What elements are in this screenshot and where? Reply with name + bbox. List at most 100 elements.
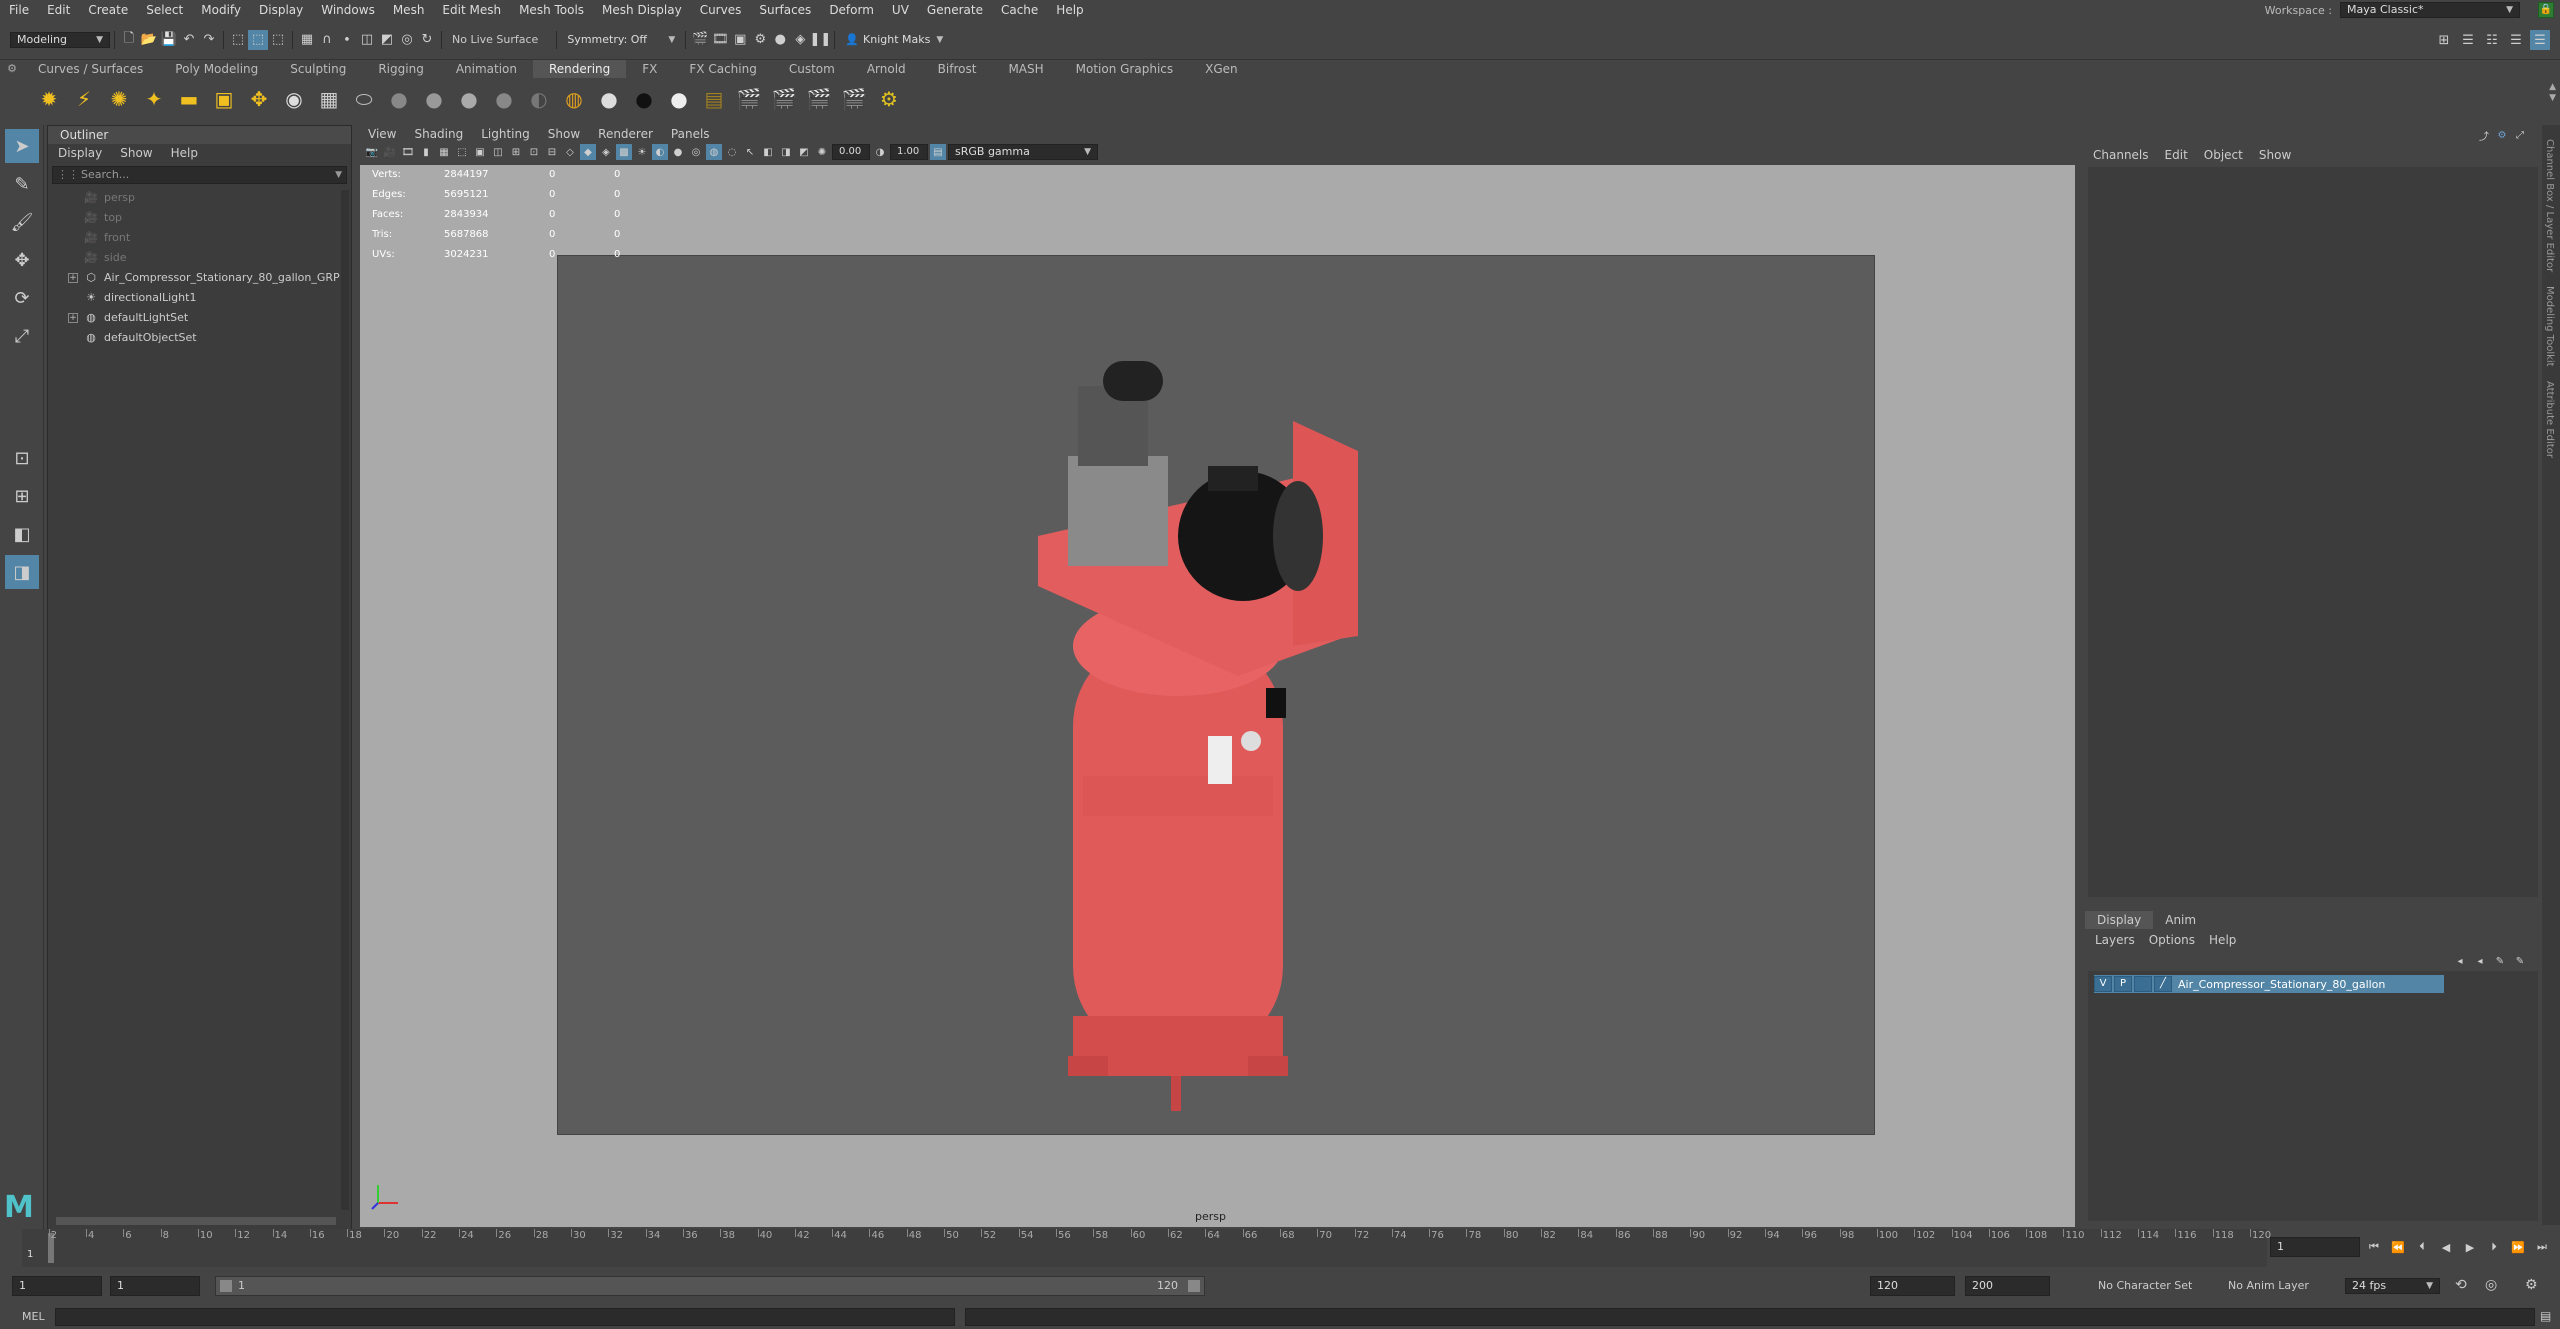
- command-input[interactable]: [55, 1308, 955, 1326]
- redo-icon[interactable]: ↷: [199, 30, 219, 50]
- viewport-menu-show[interactable]: Show: [548, 125, 580, 143]
- camera-aim-up-icon[interactable]: ▦: [314, 84, 344, 114]
- live-surface-label[interactable]: No Live Surface: [452, 33, 538, 46]
- textured-icon[interactable]: ▩: [616, 144, 632, 160]
- shelf-tab-sculpting[interactable]: Sculpting: [274, 60, 362, 78]
- menu-mesh-tools[interactable]: Mesh Tools: [510, 0, 593, 20]
- shelf-tab-arnold[interactable]: Arnold: [851, 60, 922, 78]
- menu-surfaces[interactable]: Surfaces: [750, 0, 820, 20]
- menu-cache[interactable]: Cache: [992, 0, 1047, 20]
- layer-row[interactable]: V P ╱ Air_Compressor_Stationary_80_gallo…: [2094, 975, 2444, 993]
- move-layer-up-icon[interactable]: ◂: [2452, 953, 2468, 969]
- shelf-tab-rendering[interactable]: Rendering: [533, 60, 627, 78]
- play-backwards-icon[interactable]: ◀: [2436, 1237, 2456, 1257]
- depth-of-field-icon[interactable]: ◌: [724, 144, 740, 160]
- outliner-item[interactable]: + ⬡ Air_Compressor_Stationary_80_gallon_GR…: [48, 268, 351, 288]
- motion-blur-icon[interactable]: ◎: [688, 144, 704, 160]
- user-account-dropdown[interactable]: 👤 Knight Maks ▼: [839, 32, 949, 48]
- point-light-icon[interactable]: ✺: [104, 84, 134, 114]
- batch-render-icon[interactable]: 🎬: [839, 84, 869, 114]
- phong-e-icon[interactable]: ●: [489, 84, 519, 114]
- outliner-menu-help[interactable]: Help: [171, 146, 198, 160]
- step-back-key-icon[interactable]: ⏪: [2388, 1237, 2408, 1257]
- shelf-tab-poly-modeling[interactable]: Poly Modeling: [159, 60, 274, 78]
- lambert-icon[interactable]: ●: [384, 84, 414, 114]
- outliner-scrollbar[interactable]: [341, 190, 349, 1210]
- select-camera-icon[interactable]: 📷: [364, 144, 380, 160]
- rotate-tool-icon[interactable]: ⟳: [5, 281, 39, 315]
- volume-light-icon[interactable]: ▣: [209, 84, 239, 114]
- phong-icon[interactable]: ●: [454, 84, 484, 114]
- ambient-occlusion-icon[interactable]: ●: [670, 144, 686, 160]
- go-to-start-icon[interactable]: ⏮: [2364, 1237, 2384, 1257]
- safe-title-icon[interactable]: ⊟: [544, 144, 560, 160]
- menu-display[interactable]: Display: [250, 0, 312, 20]
- menu-deform[interactable]: Deform: [820, 0, 883, 20]
- menu-select[interactable]: Select: [137, 0, 192, 20]
- workspace-dropdown[interactable]: Maya Classic* ▼: [2340, 2, 2520, 18]
- viewport-menu-shading[interactable]: Shading: [414, 125, 463, 143]
- modeling-toolkit-icon[interactable]: ⊞: [2434, 30, 2454, 50]
- hypershade-icon[interactable]: ●: [770, 30, 790, 50]
- outliner-search-input[interactable]: ⋮⋮ Search... ▼: [52, 166, 347, 184]
- snap-curve-icon[interactable]: ∩: [317, 30, 337, 50]
- bookmark-icon[interactable]: 🎞: [400, 144, 416, 160]
- surface-shader-white2-icon[interactable]: ●: [664, 84, 694, 114]
- shelf-gear-icon[interactable]: ⚙: [4, 62, 20, 120]
- assign-shader-icon[interactable]: ▤: [699, 84, 729, 114]
- layer-display-type-toggle[interactable]: [2134, 976, 2152, 992]
- layer-menu-help[interactable]: Help: [2209, 933, 2236, 947]
- wireframe-on-shaded-icon[interactable]: ◈: [598, 144, 614, 160]
- lasso-tool-icon[interactable]: ✎: [5, 167, 39, 201]
- surface-shader-black-icon[interactable]: ●: [629, 84, 659, 114]
- shelf-tab-bifrost[interactable]: Bifrost: [922, 60, 993, 78]
- layer-editor-icon[interactable]: ☰: [2530, 30, 2550, 50]
- render-view-icon[interactable]: 🎬: [690, 30, 710, 50]
- xray-components-icon[interactable]: ◩: [796, 144, 812, 160]
- area-light-icon[interactable]: ▬: [174, 84, 204, 114]
- render-frame-icon[interactable]: 🎞: [710, 30, 730, 50]
- render-current-icon[interactable]: 🎬: [769, 84, 799, 114]
- outliner-menu-show[interactable]: Show: [120, 146, 152, 160]
- channel-box-menu-show[interactable]: Show: [2259, 148, 2291, 162]
- shelf-tab-rigging[interactable]: Rigging: [362, 60, 439, 78]
- menu-uv[interactable]: UV: [883, 0, 918, 20]
- ipr-shelf-icon[interactable]: 🎬: [804, 84, 834, 114]
- channel-box-menu-object[interactable]: Object: [2204, 148, 2243, 162]
- stereo-camera-icon[interactable]: ⬭: [349, 84, 379, 114]
- fps-dropdown[interactable]: 24 fps ▼: [2345, 1278, 2440, 1294]
- outliner-item[interactable]: 🎥 persp: [48, 188, 351, 208]
- go-to-end-icon[interactable]: ⏭: [2532, 1237, 2552, 1257]
- new-scene-icon[interactable]: 🗋: [119, 30, 139, 50]
- undo-icon[interactable]: ↶: [179, 30, 199, 50]
- snap-live-icon[interactable]: ◎: [397, 30, 417, 50]
- range-start-handle[interactable]: [220, 1280, 232, 1292]
- menu-modify[interactable]: Modify: [192, 0, 250, 20]
- exposure-field[interactable]: 0.00: [832, 144, 870, 160]
- shelf-tab-curves-surfaces[interactable]: Curves / Surfaces: [22, 60, 159, 78]
- smooth-shade-icon[interactable]: ◆: [580, 144, 596, 160]
- symmetry-dropdown[interactable]: Symmetry: Off ▼: [561, 32, 681, 48]
- layer-menu-options[interactable]: Options: [2149, 933, 2195, 947]
- xray-icon[interactable]: ◧: [760, 144, 776, 160]
- use-all-lights-icon[interactable]: ☀: [634, 144, 650, 160]
- isolate-select-icon[interactable]: ↖: [742, 144, 758, 160]
- viewport-menu-view[interactable]: View: [368, 125, 396, 143]
- outliner-item[interactable]: 🎥 top: [48, 208, 351, 228]
- outliner-persp-icon[interactable]: ◧: [5, 517, 39, 551]
- menu-create[interactable]: Create: [79, 0, 137, 20]
- directional-light-icon[interactable]: ⚡: [69, 84, 99, 114]
- snap-view-icon[interactable]: ◫: [357, 30, 377, 50]
- wireframe-icon[interactable]: ◇: [562, 144, 578, 160]
- menu-mesh-display[interactable]: Mesh Display: [593, 0, 691, 20]
- side-tab-channel-box[interactable]: Channel Box / Layer Editor: [2544, 139, 2555, 272]
- channel-box-menu-channels[interactable]: Channels: [2093, 148, 2149, 162]
- layer-color-swatch[interactable]: ╱: [2154, 976, 2172, 992]
- select-object-icon[interactable]: ⬚: [248, 29, 268, 50]
- outliner-menu-display[interactable]: Display: [58, 146, 102, 160]
- ramp-shader-icon[interactable]: ◍: [559, 84, 589, 114]
- outliner-hscrollbar[interactable]: [56, 1217, 336, 1225]
- range-bar[interactable]: 1 120: [215, 1276, 1205, 1296]
- four-view-icon[interactable]: ⊞: [5, 479, 39, 513]
- menu-help[interactable]: Help: [1047, 0, 1092, 20]
